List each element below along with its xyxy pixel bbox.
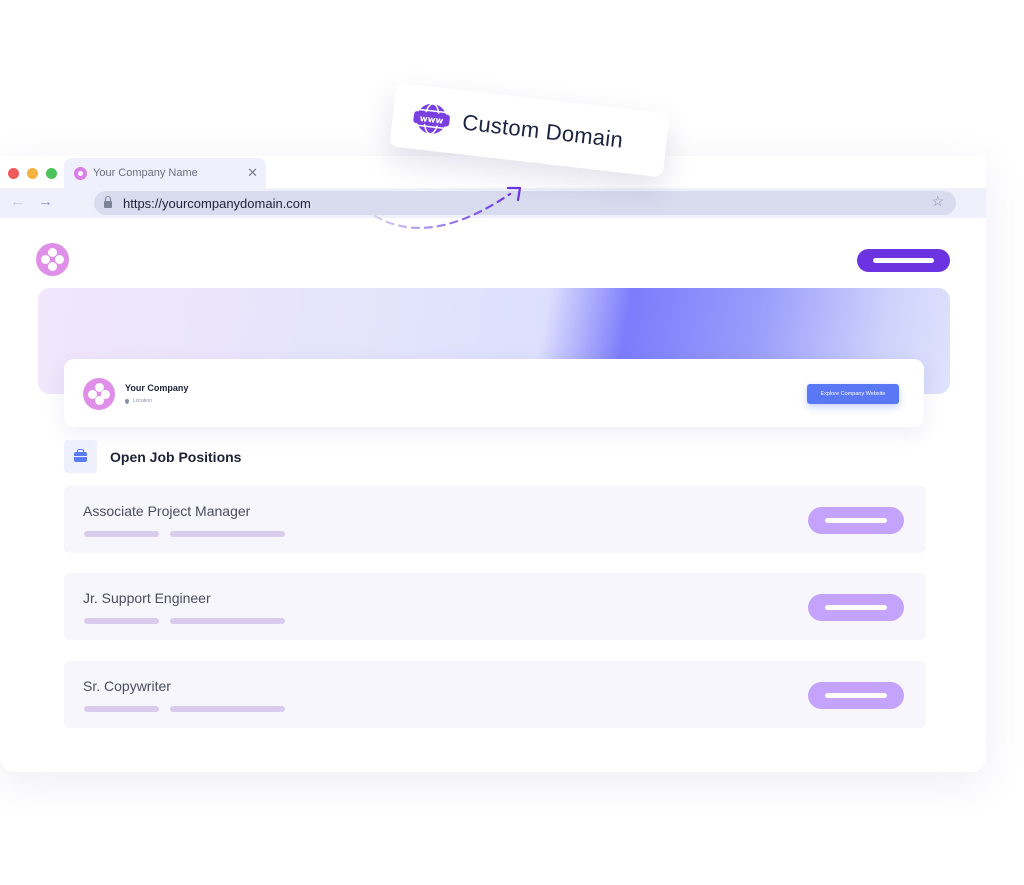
location-pin-icon (125, 398, 129, 404)
job-meta-placeholder (170, 618, 285, 624)
job-card[interactable]: Sr. Copywriter (64, 661, 926, 728)
explore-company-website-button[interactable]: Explore Company Website (807, 384, 899, 404)
url-text: https://yourcompanydomain.com (123, 195, 311, 211)
job-title: Associate Project Manager (83, 503, 251, 519)
minimize-window-button[interactable] (27, 168, 38, 179)
company-card: Your Company Location Explore Company We… (64, 359, 924, 427)
section-icon-box (64, 440, 97, 473)
job-title: Jr. Support Engineer (83, 590, 211, 606)
section-title: Open Job Positions (110, 449, 242, 465)
apply-button[interactable] (808, 594, 904, 621)
header-cta-button[interactable] (857, 249, 950, 272)
arrow-right-icon[interactable]: → (38, 193, 53, 210)
location-text: Location (133, 398, 152, 404)
apply-button[interactable] (808, 682, 904, 709)
arrow-left-icon[interactable]: ← (10, 193, 25, 210)
briefcase-icon (74, 449, 87, 462)
company-location: Location (125, 398, 152, 404)
job-card[interactable]: Jr. Support Engineer (64, 573, 926, 640)
logo-petal (94, 396, 104, 405)
site-logo[interactable] (36, 243, 69, 276)
logo-petal (55, 255, 64, 264)
job-meta-placeholder (170, 531, 285, 537)
job-title: Sr. Copywriter (83, 678, 171, 694)
lock-icon (104, 196, 112, 208)
company-logo (83, 378, 115, 410)
www-globe-icon: www (413, 103, 450, 135)
logo-petal (48, 262, 57, 271)
dashed-arrow-icon (373, 186, 522, 229)
maximize-window-button[interactable] (46, 168, 57, 179)
company-name: Your Company (125, 383, 189, 393)
job-meta-placeholder (84, 706, 159, 712)
apply-button[interactable] (808, 507, 904, 534)
job-meta-placeholder (84, 531, 159, 537)
company-logo-icon (74, 166, 87, 180)
browser-tab[interactable]: Your Company Name ✕ (64, 158, 266, 188)
tab-title: Your Company Name (93, 167, 198, 179)
close-icon[interactable]: ✕ (247, 165, 258, 181)
star-icon[interactable]: ☆ (931, 193, 944, 210)
close-window-button[interactable] (8, 168, 19, 179)
job-meta-placeholder (170, 706, 285, 712)
job-card[interactable]: Associate Project Manager (64, 486, 926, 553)
custom-domain-label: Custom Domain (461, 109, 625, 153)
job-meta-placeholder (84, 618, 159, 624)
